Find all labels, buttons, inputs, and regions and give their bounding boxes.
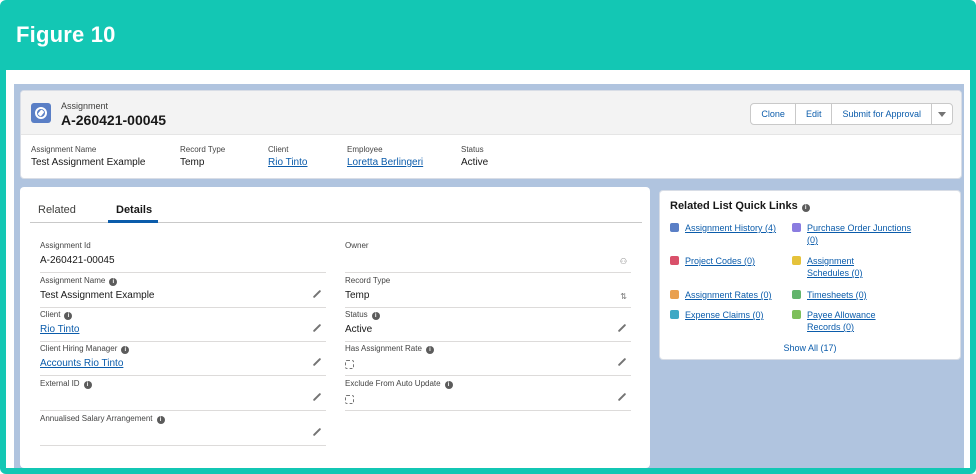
figure-title: Figure 10: [16, 22, 116, 47]
quick-link-project-codes[interactable]: Project Codes (0): [670, 255, 790, 267]
field-assignment-id: Assignment Id A-260421-00045: [40, 239, 326, 273]
timesheet-icon: [792, 290, 801, 299]
field-owner: Owner ⚇: [345, 239, 631, 273]
hiring-manager-link[interactable]: Accounts Rio Tinto: [40, 358, 123, 369]
submit-for-approval-button[interactable]: Submit for Approval: [832, 104, 932, 124]
action-button-group: Clone Edit Submit for Approval: [750, 103, 953, 125]
client-link[interactable]: Rio Tinto: [268, 157, 307, 168]
field-client-hiring-manager: Client Hiring Manager i Accounts Rio Tint…: [40, 342, 326, 376]
related-list-quick-links: Related List Quick Links i Assignment His…: [659, 190, 961, 360]
exclude-auto-update-checkbox[interactable]: [345, 395, 354, 404]
active-tab-indicator: [108, 220, 158, 223]
record-header-top: Assignment A-260421-00045 Clone Edit Sub…: [21, 91, 961, 135]
field-assignment-name: Assignment Name i Test Assignment Example: [40, 274, 326, 308]
rate-icon: [670, 290, 679, 299]
tab-related[interactable]: Related: [38, 204, 76, 216]
compass-icon: [31, 103, 51, 123]
field-client: Client i Rio Tinto: [40, 308, 326, 342]
expense-icon: [670, 310, 679, 319]
quick-link-purchase-order-junctions[interactable]: Purchase Order Junctions (0): [792, 222, 912, 246]
info-icon[interactable]: i: [801, 204, 810, 212]
employee-link[interactable]: Loretta Berlingeri: [347, 157, 423, 168]
junction-icon: [792, 223, 801, 232]
schedule-icon: [792, 256, 801, 265]
edit-pencil-icon[interactable]: [312, 357, 322, 367]
highlight-record-type: Record Type Temp: [180, 145, 226, 168]
details-card: Related Details Assignment Id A-260421-0…: [20, 187, 650, 468]
allowance-icon: [792, 310, 801, 319]
info-icon[interactable]: i: [425, 346, 434, 354]
highlight-employee: Employee Loretta Berlingeri: [347, 145, 424, 168]
client-link[interactable]: Rio Tinto: [40, 324, 79, 335]
field-external-id: External ID i: [40, 377, 326, 411]
info-icon[interactable]: i: [121, 346, 130, 354]
quick-link-payee-allowance-records[interactable]: Payee Allowance Records (0): [792, 309, 884, 333]
edit-pencil-icon[interactable]: [312, 392, 322, 402]
edit-pencil-icon[interactable]: [312, 323, 322, 333]
clone-button[interactable]: Clone: [751, 104, 796, 124]
change-record-type-icon[interactable]: ⇅: [620, 292, 627, 301]
tab-bar: Related Details: [30, 197, 642, 223]
edit-pencil-icon[interactable]: [312, 427, 322, 437]
figure-frame: Figure 10 Assignment A-260421-00045 Clon…: [0, 0, 976, 474]
info-icon[interactable]: i: [64, 312, 73, 320]
quick-link-assignment-rates[interactable]: Assignment Rates (0): [670, 289, 790, 301]
field-has-assignment-rate: Has Assignment Rate i: [345, 342, 631, 376]
quick-links-title: Related List Quick Links i: [670, 200, 810, 212]
more-actions-button[interactable]: [932, 104, 952, 124]
info-icon[interactable]: i: [444, 381, 453, 389]
record-header: Assignment A-260421-00045 Clone Edit Sub…: [20, 90, 962, 179]
screenshot-area: Assignment A-260421-00045 Clone Edit Sub…: [6, 70, 970, 468]
show-all-link[interactable]: Show All (17): [660, 343, 960, 353]
highlight-assignment-name: Assignment Name Test Assignment Example: [31, 145, 146, 168]
info-icon[interactable]: i: [156, 416, 165, 424]
info-icon[interactable]: i: [109, 278, 118, 286]
field-annualised-salary-arrangement: Annualised Salary Arrangement i: [40, 412, 326, 446]
history-icon: [670, 223, 679, 232]
highlight-status: Status Active: [461, 145, 489, 168]
edit-pencil-icon[interactable]: [617, 357, 627, 367]
change-owner-icon[interactable]: ⚇: [620, 257, 627, 266]
object-type-label: Assignment: [61, 101, 109, 111]
has-assignment-rate-checkbox[interactable]: [345, 360, 354, 369]
info-icon[interactable]: i: [83, 381, 92, 389]
quick-link-expense-claims[interactable]: Expense Claims (0): [670, 309, 790, 321]
quick-link-assignment-schedules[interactable]: Assignment Schedules (0): [792, 255, 872, 279]
edit-pencil-icon[interactable]: [617, 323, 627, 333]
quick-link-timesheets[interactable]: Timesheets (0): [792, 289, 912, 301]
field-status: Status i Active: [345, 308, 631, 342]
field-record-type: Record Type Temp ⇅: [345, 274, 631, 308]
tab-details[interactable]: Details: [116, 204, 152, 216]
quick-link-assignment-history[interactable]: Assignment History (4): [670, 222, 790, 234]
record-title: A-260421-00045: [61, 112, 167, 128]
field-exclude-from-auto-update: Exclude From Auto Update i: [345, 377, 631, 411]
highlight-client: Client Rio Tinto: [268, 145, 308, 168]
project-code-icon: [670, 256, 679, 265]
info-icon[interactable]: i: [371, 312, 380, 320]
edit-pencil-icon[interactable]: [617, 392, 627, 402]
chevron-down-icon: [938, 112, 946, 118]
edit-button[interactable]: Edit: [796, 104, 833, 124]
edit-pencil-icon[interactable]: [312, 289, 322, 299]
